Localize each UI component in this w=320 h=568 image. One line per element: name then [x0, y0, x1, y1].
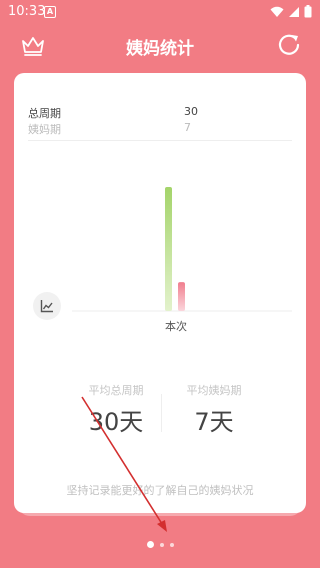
battery-icon — [304, 5, 312, 18]
legend-period: 姨妈期 7 — [28, 121, 290, 137]
app-header: 姨妈统计 — [0, 24, 320, 68]
refresh-button[interactable] — [276, 32, 302, 58]
stat-label: 平均姨妈期 — [186, 384, 242, 397]
refresh-icon — [278, 34, 300, 55]
category-label: 本次 — [165, 319, 187, 333]
legend-label: 总周期 — [28, 107, 61, 120]
avg-period: 平均姨妈期 7天 — [154, 382, 274, 437]
tip-text: 坚持记录能更好的了解自己的姨妈状况 — [66, 484, 254, 497]
page-dot[interactable] — [169, 542, 174, 547]
chart-legend: 总周期 30 姨妈期 7 — [28, 105, 290, 137]
status-icons — [270, 5, 312, 18]
divider — [28, 140, 292, 141]
legend-value: 30 — [184, 105, 198, 118]
signal-icon — [289, 6, 299, 17]
legend-total-cycle: 总周期 30 — [28, 105, 290, 121]
page-title: 姨妈统计 — [126, 39, 194, 59]
legend-label: 姨妈期 — [28, 123, 61, 136]
average-stats: 平均总周期 30天 平均姨妈期 7天 — [14, 382, 306, 438]
chart-toggle-button[interactable] — [33, 292, 61, 320]
page-dot[interactable] — [146, 541, 154, 548]
status-bar: 10:33 A — [0, 0, 320, 24]
line-chart-icon — [40, 300, 53, 313]
stat-value: 7天 — [194, 408, 234, 436]
bar-series-1 — [165, 187, 172, 311]
wifi-icon — [270, 6, 284, 17]
bar-series-2 — [178, 282, 185, 311]
page-dot[interactable] — [159, 542, 164, 547]
page-indicator — [0, 541, 320, 548]
stats-card[interactable]: 总周期 30 姨妈期 7 本次 平均总周期 30天 平均姨妈期 7天 坚持记录能… — [14, 73, 306, 513]
legend-value: 7 — [184, 121, 191, 134]
notification-icon: A — [44, 6, 56, 18]
status-time: 10:33 — [8, 4, 46, 19]
